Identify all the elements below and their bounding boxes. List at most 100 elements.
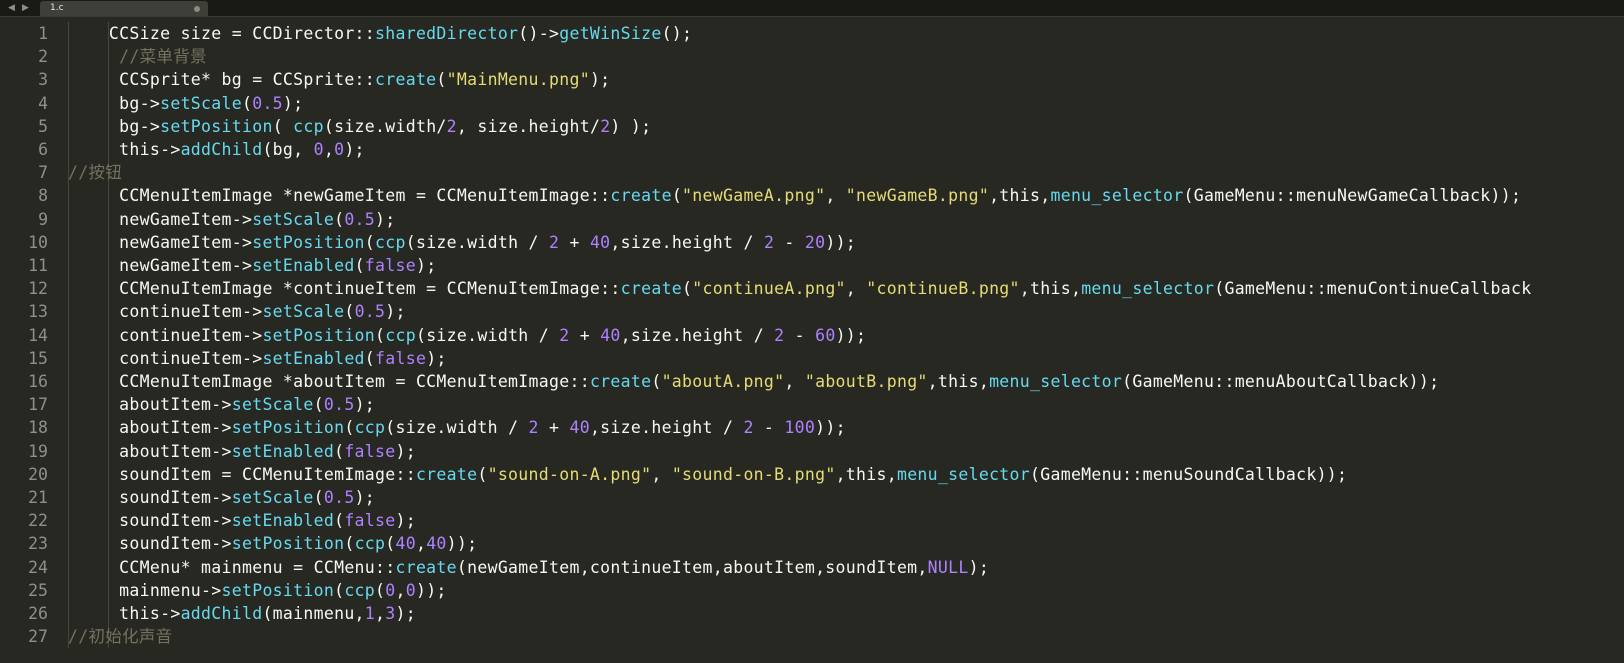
- code-line[interactable]: aboutItem->setEnabled(false);: [68, 440, 416, 464]
- code-token: "continueB.png": [866, 279, 1020, 299]
- code-line[interactable]: mainmenu->setPosition(ccp(0,0));: [68, 579, 447, 603]
- code-line[interactable]: //按钮: [68, 161, 122, 185]
- code-line[interactable]: newGameItem->setEnabled(false);: [68, 254, 436, 278]
- code-line[interactable]: soundItem->setScale(0.5);: [68, 486, 375, 510]
- line-number: 22: [28, 511, 48, 531]
- code-token: false: [375, 348, 427, 368]
- code-token: ccp: [354, 418, 386, 438]
- code-token: setPosition: [221, 580, 335, 600]
- code-token: 2: [559, 325, 570, 345]
- code-token: setEnabled: [262, 348, 365, 368]
- code-line[interactable]: CCSize size = CCDirector::sharedDirector…: [68, 22, 692, 46]
- code-line[interactable]: continueItem->setEnabled(false);: [68, 347, 447, 371]
- code-token: 0.5: [252, 93, 283, 113]
- code-line[interactable]: aboutItem->setScale(0.5);: [68, 393, 375, 417]
- code-token: 20: [804, 232, 826, 252]
- code-line[interactable]: continueItem->setPosition(ccp(size.width…: [68, 324, 866, 348]
- line-number: 25: [28, 580, 48, 600]
- code-line[interactable]: CCMenuItemImage *aboutItem = CCMenuItemI…: [68, 370, 1439, 394]
- code-token: 2: [528, 418, 539, 438]
- code-token: -: [774, 232, 805, 252]
- line-number: 7: [38, 163, 48, 183]
- code-token: soundItem->: [68, 534, 232, 554]
- code-token: soundItem->: [68, 488, 232, 507]
- code-token: false: [344, 441, 396, 461]
- code-token: CCMenuItemImage *newGameItem = CCMenuIte…: [68, 186, 611, 206]
- code-token: (: [344, 418, 355, 438]
- code-token: menu_selector: [1081, 279, 1215, 299]
- code-line[interactable]: CCSprite* bg = CCSprite::create("MainMen…: [68, 68, 610, 92]
- nav-back-icon[interactable]: ◀: [8, 1, 15, 15]
- code-line[interactable]: soundItem = CCMenuItemImage::create("sou…: [68, 463, 1347, 487]
- code-line[interactable]: this->addChild(bg, 0,0);: [68, 138, 365, 162]
- code-line[interactable]: this->addChild(mainmenu,1,3);: [68, 602, 416, 626]
- line-number: 17: [28, 395, 48, 415]
- code-token: newGameItem->: [68, 256, 253, 275]
- code-token: );: [395, 441, 416, 461]
- code-line[interactable]: bg->setPosition( ccp(size.width/2, size.…: [68, 115, 651, 139]
- code-token: this->: [68, 604, 181, 623]
- code-line[interactable]: bg->setScale(0.5);: [68, 92, 303, 116]
- line-number-gutter: 1 2 3 4 5 6 7 8 9 10 11 12 13 14 15 16 17 18 19 20 21 22 23 24 2…: [0, 17, 58, 663]
- code-line[interactable]: CCMenuItemImage *newGameItem = CCMenuIte…: [68, 184, 1521, 208]
- code-token: 2: [549, 232, 560, 252]
- code-token: ,this,: [1019, 279, 1082, 299]
- code-token: continueItem->: [68, 302, 263, 322]
- code-token: 0.5: [323, 395, 355, 415]
- code-token: CCMenuItemImage *aboutItem = CCMenuItemI…: [68, 372, 590, 391]
- code-token: 40: [569, 418, 590, 438]
- code-token: 40: [395, 534, 416, 554]
- code-token: NULL: [927, 557, 969, 577]
- unsaved-dot-icon[interactable]: [194, 6, 200, 12]
- code-line[interactable]: soundItem->setEnabled(false);: [68, 509, 416, 533]
- code-line[interactable]: CCMenuItemImage *continueItem = CCMenuIt…: [68, 277, 1531, 301]
- code-line[interactable]: aboutItem->setPosition(ccp(size.width / …: [68, 416, 846, 440]
- code-token: (size.width/: [323, 116, 447, 136]
- line-number: 5: [38, 116, 48, 136]
- code-token: ,size.height /: [620, 325, 775, 345]
- code-token: aboutItem->: [68, 441, 232, 461]
- code-token: (: [375, 580, 386, 600]
- code-token: (: [334, 441, 345, 461]
- line-number: 16: [28, 372, 48, 391]
- code-token: ccp: [385, 325, 416, 345]
- tab-label: 1.c: [50, 3, 64, 13]
- code-line[interactable]: //菜单背景: [68, 45, 207, 69]
- code-token: false: [344, 511, 396, 531]
- code-token: mainmenu->: [68, 580, 222, 600]
- tab-file[interactable]: 1.c: [40, 1, 208, 16]
- code-token: +: [569, 325, 601, 345]
- code-token: , size.height/: [456, 116, 601, 136]
- code-token: ,: [395, 580, 406, 600]
- code-token: 0: [385, 580, 396, 600]
- code-line[interactable]: continueItem->setScale(0.5);: [68, 300, 406, 324]
- nav-forward-icon[interactable]: ▶: [22, 1, 29, 15]
- code-token: (: [651, 372, 662, 391]
- code-token: 2: [600, 116, 611, 136]
- code-token: CCMenu* mainmenu = CCMenu::: [68, 557, 396, 577]
- code-token: ));: [446, 534, 478, 554]
- line-number: 13: [28, 302, 48, 322]
- code-token: CCSprite* bg = CCSprite::: [68, 70, 376, 90]
- code-token: ();: [661, 24, 693, 43]
- code-line[interactable]: //初始化声音: [68, 625, 172, 649]
- code-token: create: [610, 186, 672, 206]
- code-token: false: [364, 256, 416, 275]
- line-number: 3: [38, 70, 48, 90]
- code-token: ccp: [344, 580, 376, 600]
- code-token: ()->: [518, 24, 560, 43]
- code-line[interactable]: soundItem->setPosition(ccp(40,40));: [68, 532, 477, 556]
- code-token: "sound-on-B.png": [671, 464, 836, 484]
- code-token: (mainmenu,: [262, 604, 365, 623]
- code-token: (: [241, 93, 253, 113]
- code-token: (GameMenu::menuContinueCallback: [1214, 279, 1532, 299]
- code-line[interactable]: newGameItem->setScale(0.5);: [68, 208, 396, 232]
- code-token: ,: [323, 140, 335, 159]
- code-token: 0.5: [323, 488, 355, 507]
- code-token: (: [364, 232, 376, 252]
- code-line[interactable]: newGameItem->setPosition(ccp(size.width …: [68, 231, 856, 255]
- code-token: (GameMenu::menuAboutCallback));: [1122, 372, 1440, 391]
- code-line[interactable]: CCMenu* mainmenu = CCMenu::create(newGam…: [68, 556, 989, 580]
- line-number: 24: [28, 557, 48, 577]
- code-token: );: [385, 302, 406, 322]
